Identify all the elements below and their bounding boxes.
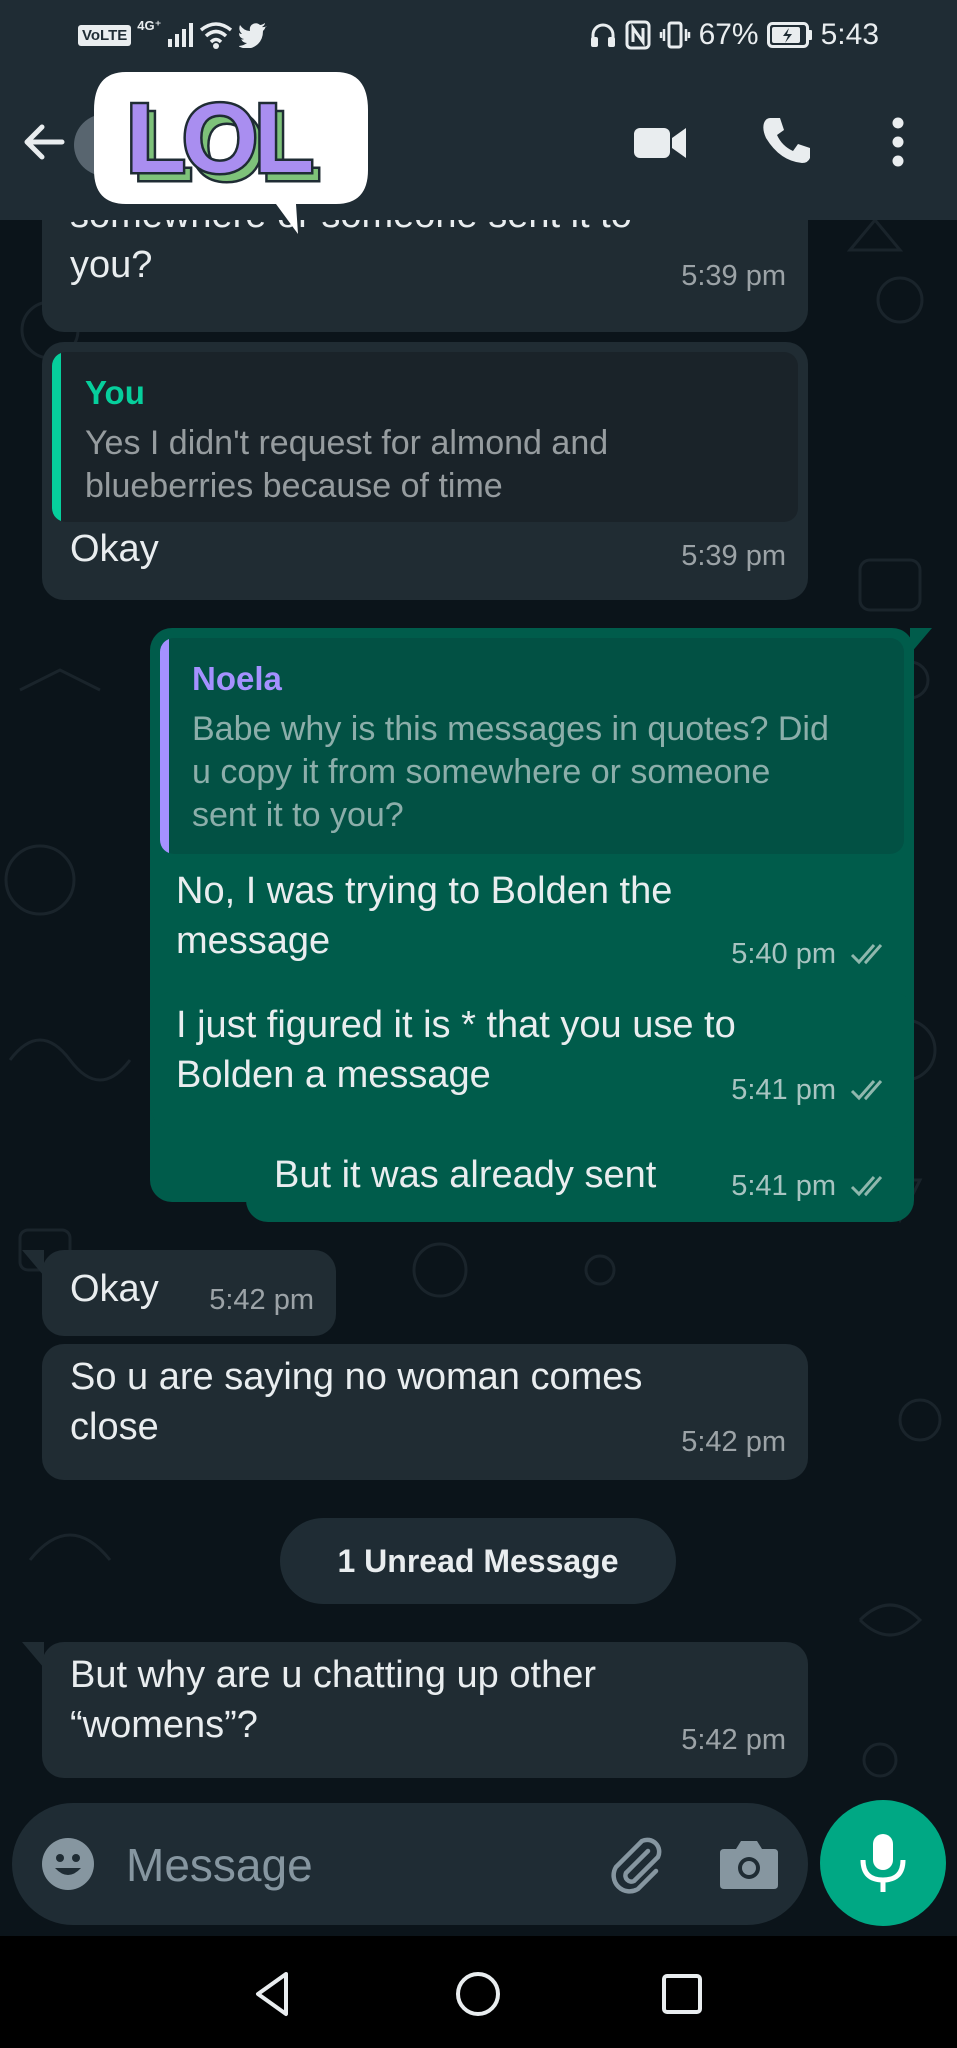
quote-author: You xyxy=(85,374,145,411)
twitter-icon xyxy=(238,23,267,48)
sticker-text: LOL xyxy=(126,83,311,193)
quote-text: Babe why is this messages in quotes? Did… xyxy=(192,710,829,834)
quote-author: Noela xyxy=(192,660,282,697)
message-text: Okay xyxy=(70,1268,159,1310)
message-input[interactable] xyxy=(124,1829,598,1901)
home-circle-icon[interactable] xyxy=(448,1964,508,2024)
read-receipt-icon xyxy=(850,1176,883,1197)
bubble-tail xyxy=(22,1642,44,1668)
outgoing-message[interactable]: But it was already sent 5:41 pm xyxy=(246,1136,914,1222)
volte-indicator: VoLTE xyxy=(78,24,132,46)
message-time: 5:42 pm xyxy=(209,1284,314,1316)
lol-sticker: LOL LOL xyxy=(94,72,368,234)
mic-icon xyxy=(860,1834,906,1892)
message-text: So u are saying no woman comes close xyxy=(70,1356,643,1448)
headset-icon xyxy=(590,23,615,47)
message-list[interactable]: somewhere or someone sent it to you? 5:3… xyxy=(0,220,957,1800)
message-time: 5:42 pm xyxy=(681,1724,786,1756)
recents-square-icon[interactable] xyxy=(652,1964,712,2024)
nfc-icon xyxy=(625,20,651,50)
message-text: Okay xyxy=(70,528,159,570)
signal-icon xyxy=(167,23,193,47)
quote-text: Yes I didn't request for almond and blue… xyxy=(85,424,609,505)
quoted-message[interactable]: Noela Babe why is this messages in quote… xyxy=(160,638,904,854)
read-receipt-icon xyxy=(850,1080,883,1101)
wifi-icon xyxy=(199,22,232,49)
quote-bar xyxy=(160,638,169,854)
quoted-message[interactable]: You Yes I didn't request for almond and … xyxy=(52,352,798,522)
quote-bar xyxy=(52,352,61,522)
more-options-icon[interactable] xyxy=(868,112,928,172)
message-text: No, I was trying to Bolden the message xyxy=(176,870,673,962)
message-composer xyxy=(12,1803,808,1925)
clock: 5:43 xyxy=(820,18,879,51)
incoming-message[interactable]: Okay 5:42 pm xyxy=(42,1250,336,1336)
emoji-icon[interactable] xyxy=(40,1836,96,1892)
message-time: 5:41 pm xyxy=(731,1170,836,1202)
message-time: 5:39 pm xyxy=(681,540,786,572)
bubble-tail xyxy=(22,1250,44,1276)
message-text: But it was already sent xyxy=(274,1154,657,1196)
vibrate-icon xyxy=(659,21,690,49)
network-type: 4G⁺ xyxy=(137,18,162,33)
incoming-message[interactable]: So u are saying no woman comes close 5:4… xyxy=(42,1344,808,1480)
message-time: 5:39 pm xyxy=(681,260,786,292)
message-time: 5:40 pm xyxy=(731,938,836,970)
attach-icon[interactable] xyxy=(602,1831,668,1897)
battery-icon xyxy=(766,22,812,48)
unread-messages-banner: 1 Unread Message xyxy=(280,1518,676,1604)
back-triangle-icon[interactable] xyxy=(244,1964,304,2024)
battery-percent: 67% xyxy=(698,18,759,51)
outgoing-message[interactable]: I just figured it is * that you use to B… xyxy=(150,992,914,1128)
camera-icon[interactable] xyxy=(718,1835,780,1893)
message-time: 5:41 pm xyxy=(731,1074,836,1106)
read-receipt-icon xyxy=(850,944,883,965)
message-text: I just figured it is * that you use to B… xyxy=(176,1004,736,1096)
incoming-message[interactable]: But why are u chatting up other “womens”… xyxy=(42,1642,808,1778)
message-time: 5:42 pm xyxy=(681,1426,786,1458)
incoming-message[interactable]: You Yes I didn't request for almond and … xyxy=(42,342,808,600)
mic-button[interactable] xyxy=(820,1800,946,1926)
system-nav-bar xyxy=(0,1936,957,2048)
voice-call-icon[interactable] xyxy=(756,112,816,172)
message-text: But why are u chatting up other “womens”… xyxy=(70,1654,596,1746)
video-call-icon[interactable] xyxy=(630,112,690,172)
back-arrow-icon[interactable] xyxy=(18,116,70,168)
